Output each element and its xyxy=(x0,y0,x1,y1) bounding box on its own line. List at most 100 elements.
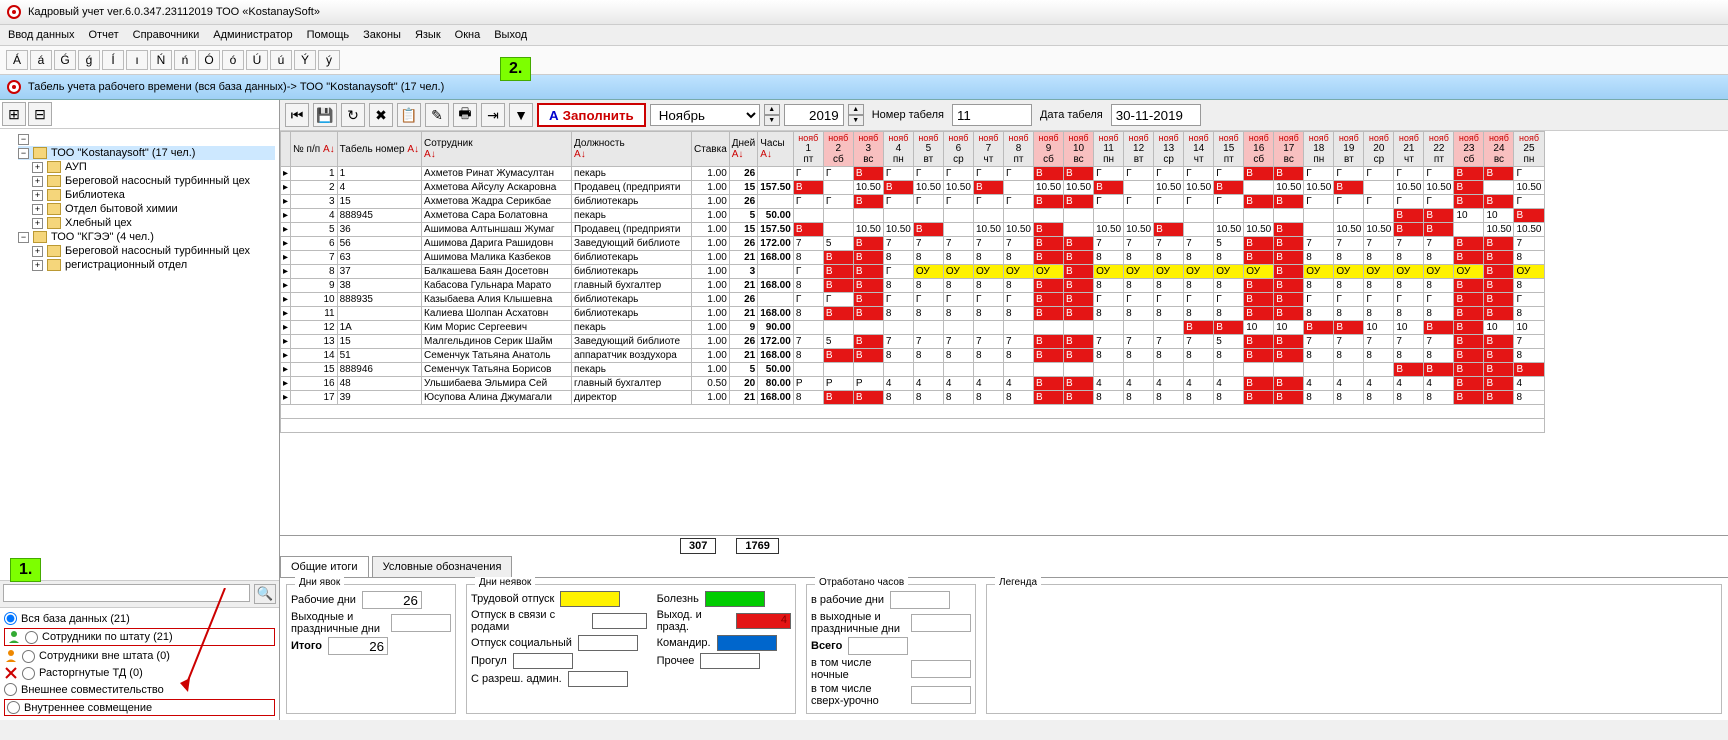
table-row[interactable]: ▸11Калиева Шолпан Асхатовнбиблиотекарь1.… xyxy=(281,307,1545,321)
table-row[interactable]: ▸4888945Ахметова Сара Болатовнапекарь1.0… xyxy=(281,209,1545,223)
expander-icon[interactable]: + xyxy=(32,190,43,201)
folder-icon xyxy=(47,161,61,173)
total-input[interactable] xyxy=(328,637,388,655)
table-row[interactable]: ▸763Ашимова Малика Казбековбиблиотекарь1… xyxy=(281,251,1545,265)
menu-item[interactable]: Справочники xyxy=(133,29,200,41)
sub-title-text: Табель учета рабочего времени (вся база … xyxy=(28,81,444,93)
table-row[interactable]: ▸837Балкашева Баян Досетовнбиблиотекарь1… xyxy=(281,265,1545,279)
accent-char-button[interactable]: Ó xyxy=(198,50,220,70)
menu-item[interactable]: Помощь xyxy=(307,29,350,41)
tree-node[interactable]: Хлебный цех xyxy=(65,217,132,229)
accent-char-button[interactable]: á xyxy=(30,50,52,70)
spin-down-icon[interactable]: ▼ xyxy=(764,115,780,126)
accent-char-button[interactable]: Ý xyxy=(294,50,316,70)
tabdate-input[interactable] xyxy=(1111,104,1201,126)
expander-icon[interactable]: − xyxy=(18,232,29,243)
accent-char-button[interactable]: Í xyxy=(102,50,124,70)
tree-node[interactable]: Береговой насосный турбинный цех xyxy=(65,245,250,257)
accent-char-button[interactable]: ń xyxy=(174,50,196,70)
table-row[interactable]: ▸10888935Казыбаева Алия Клышевнабиблиоте… xyxy=(281,293,1545,307)
tree-collapse-icon[interactable]: ⊟ xyxy=(28,102,52,126)
table-row[interactable]: ▸1648Ульшибаева Эльмира Сейглавный бухга… xyxy=(281,377,1545,391)
table-row[interactable]: ▸1739Юсупова Алина Джумагалидиректор1.00… xyxy=(281,391,1545,405)
table-row[interactable]: ▸656Ашимова Дарига РашидовнЗаведующий би… xyxy=(281,237,1545,251)
table-row[interactable]: ▸11Ахметов Ринат Жумасултанпекарь1.0026Г… xyxy=(281,167,1545,181)
radio-nonstaff[interactable]: Сотрудники вне штата (0) xyxy=(4,649,275,663)
expander-icon[interactable]: + xyxy=(32,162,43,173)
accent-char-button[interactable]: Ǵ xyxy=(54,50,76,70)
month-select[interactable]: Ноябрь xyxy=(650,104,760,126)
app-title: Кадровый учет ver.6.0.347.23112019 ТОО «… xyxy=(28,6,320,18)
radio-staff[interactable]: Сотрудники по штату (21) xyxy=(4,628,275,646)
menu-item[interactable]: Выход xyxy=(494,29,527,41)
table-row[interactable]: ▸1315Малгельдинов Серик ШаймЗаведующий б… xyxy=(281,335,1545,349)
holidays-input[interactable] xyxy=(391,614,451,632)
accent-char-button[interactable]: ó xyxy=(222,50,244,70)
tree-node[interactable]: Береговой насосный турбинный цех xyxy=(65,175,250,187)
edit-icon[interactable]: ✎ xyxy=(425,103,449,127)
table-row[interactable]: ▸15888946Семенчук Татьяна Борисовпекарь1… xyxy=(281,363,1545,377)
tree-node[interactable]: ТОО "Kostanaysoft" (17 чел.) xyxy=(51,147,195,159)
table-row[interactable]: ▸938Кабасова Гульнара Маратоглавный бухг… xyxy=(281,279,1545,293)
tree-node[interactable]: АУП xyxy=(65,161,87,173)
table-row[interactable]: ▸1451Семенчук Татьяна Анатольаппаратчик … xyxy=(281,349,1545,363)
accent-char-button[interactable]: Á xyxy=(6,50,28,70)
org-tree[interactable]: − − ТОО "Kostanaysoft" (17 чел.) + АУП + Бер… xyxy=(0,129,279,581)
radio-all[interactable]: Вся база данных (21) xyxy=(4,612,275,625)
fill-button[interactable]: AЗаполнить xyxy=(537,103,646,127)
menu-item[interactable]: Окна xyxy=(455,29,481,41)
accent-char-button[interactable]: Ú xyxy=(246,50,268,70)
delete-icon[interactable]: ✖ xyxy=(369,103,393,127)
year-input[interactable] xyxy=(784,104,844,126)
spin-up-icon[interactable]: ▲ xyxy=(764,104,780,115)
expander-icon[interactable]: + xyxy=(32,204,43,215)
save-icon[interactable]: 💾 xyxy=(313,103,337,127)
timesheet-grid[interactable]: № п/п A↓Табель номер A↓СотрудникA↓Должно… xyxy=(280,131,1728,536)
nav-first-icon[interactable]: ⏮ xyxy=(285,103,309,127)
tree-search-input[interactable] xyxy=(3,584,250,602)
menu-item[interactable]: Язык xyxy=(415,29,441,41)
accent-char-button[interactable]: ú xyxy=(270,50,292,70)
expander-icon[interactable]: + xyxy=(32,260,43,271)
table-row[interactable]: ▸536Ашимова Алтыншаш ЖумагПродавец (пред… xyxy=(281,223,1545,237)
table-row[interactable]: ▸121АКим Морис Сергеевичпекарь1.00990.00… xyxy=(281,321,1545,335)
workdays-input[interactable] xyxy=(362,591,422,609)
radio-terminated[interactable]: Расторгнутые ТД (0) xyxy=(4,666,275,680)
accent-char-button[interactable]: ý xyxy=(318,50,340,70)
menu-item[interactable]: Законы xyxy=(363,29,401,41)
right-pane: ⏮ 💾 ↻ ✖ 📋 ✎ 🖶 ⇥ ▼ AЗаполнить Ноябрь ▲▼ ▲… xyxy=(280,100,1728,720)
print-icon[interactable]: 🖶 xyxy=(453,103,477,127)
export-icon[interactable]: ⇥ xyxy=(481,103,505,127)
menu-item[interactable]: Администратор xyxy=(213,29,292,41)
expander-icon[interactable]: + xyxy=(32,176,43,187)
tree-node[interactable]: ТОО "КГЭЭ" (4 чел.) xyxy=(51,231,154,243)
radio-external[interactable]: Внешнее совместительство xyxy=(4,683,275,696)
copy-icon[interactable]: 📋 xyxy=(397,103,421,127)
radio-internal[interactable]: Внутреннее совмещение xyxy=(4,699,275,716)
tab-summary[interactable]: Общие итоги xyxy=(280,556,369,577)
tree-node[interactable]: регистрационный отдел xyxy=(65,259,187,271)
tabnum-input[interactable] xyxy=(952,104,1032,126)
spin-down-icon[interactable]: ▼ xyxy=(848,115,864,126)
binoculars-icon[interactable]: 🔍 xyxy=(254,584,276,604)
menu-item[interactable]: Ввод данных xyxy=(8,29,75,41)
accent-char-button[interactable]: ı xyxy=(126,50,148,70)
accent-char-button[interactable]: ǵ xyxy=(78,50,100,70)
expander-icon[interactable]: − xyxy=(18,134,29,145)
tree-node[interactable]: Отдел бытовой химии xyxy=(65,203,178,215)
tree-expand-icon[interactable]: ⊞ xyxy=(2,102,26,126)
tab-legend[interactable]: Условные обозначения xyxy=(372,556,513,577)
expander-icon[interactable]: − xyxy=(18,148,29,159)
expander-icon[interactable]: + xyxy=(32,246,43,257)
main-titlebar: Кадровый учет ver.6.0.347.23112019 ТОО «… xyxy=(0,0,1728,25)
expander-icon[interactable]: + xyxy=(32,218,43,229)
table-row[interactable]: ▸315Ахметова Жадра Серикбаебиблиотекарь1… xyxy=(281,195,1545,209)
filter-icon[interactable]: ▼ xyxy=(509,103,533,127)
tree-node[interactable]: Библиотека xyxy=(65,189,125,201)
menu-item[interactable]: Отчет xyxy=(89,29,119,41)
spin-up-icon[interactable]: ▲ xyxy=(848,104,864,115)
table-row[interactable]: ▸24Ахметова Айсулу АскаровнаПродавец (пр… xyxy=(281,181,1545,195)
accent-char-button[interactable]: Ń xyxy=(150,50,172,70)
folder-icon xyxy=(47,217,61,229)
refresh-icon[interactable]: ↻ xyxy=(341,103,365,127)
